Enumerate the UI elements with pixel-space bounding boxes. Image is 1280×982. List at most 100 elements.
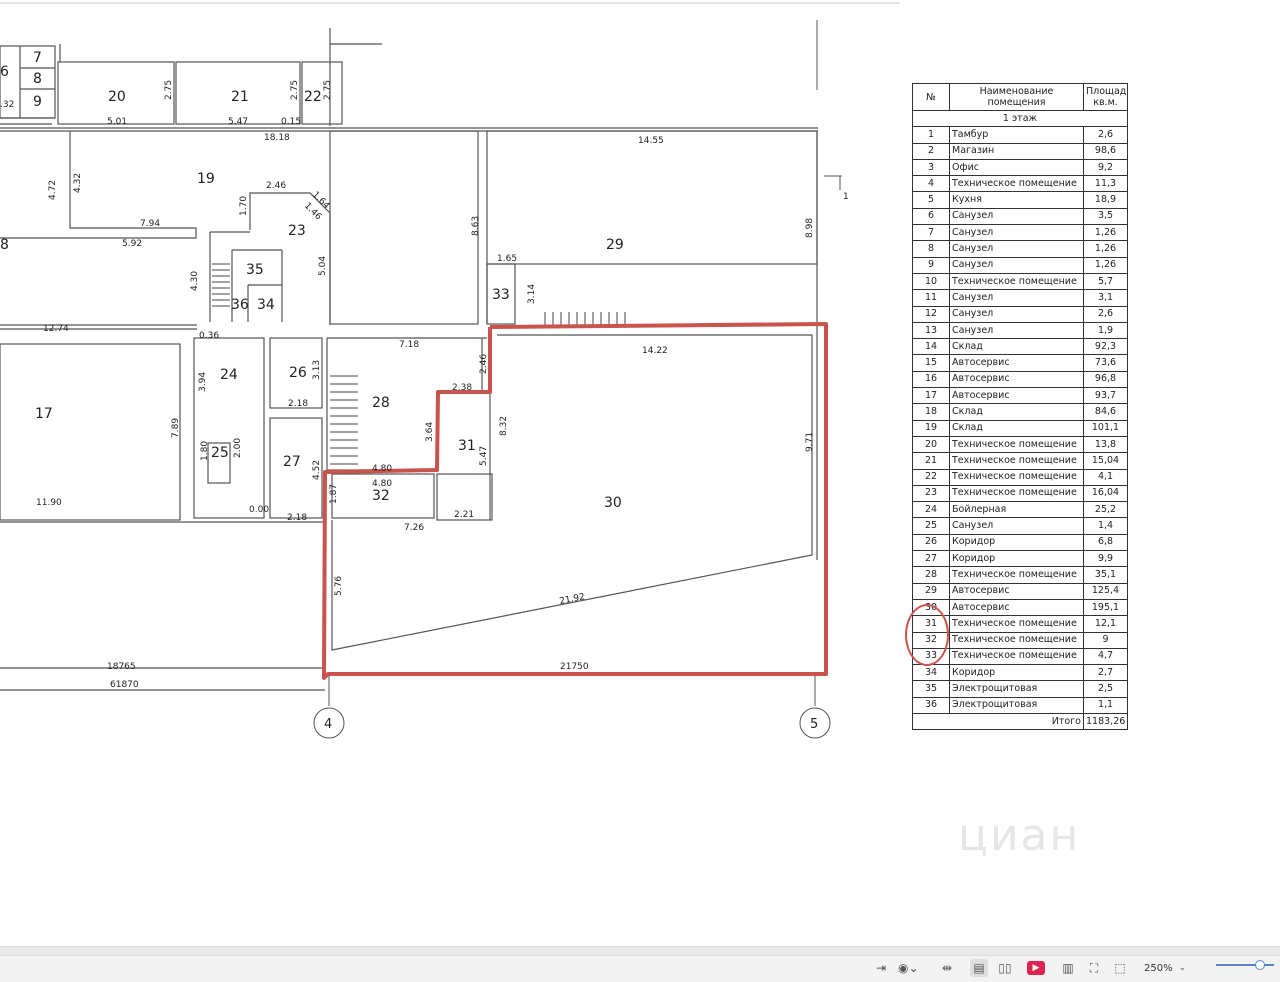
fit-width-icon[interactable]: ⇹ — [938, 959, 956, 977]
total-row: Итого 1183,26 — [912, 712, 1128, 731]
cell-name: Техническое помещение — [949, 175, 1084, 193]
two-page-icon[interactable]: ▯▯ — [996, 959, 1014, 977]
cell-name: Техническое помещение — [949, 468, 1084, 486]
cell-area: 4,7 — [1083, 647, 1128, 666]
cell-name: Автосервис — [949, 582, 1084, 600]
dim-label: 8.32 — [499, 416, 509, 436]
dim-label: 14.22 — [642, 346, 668, 356]
table-row: 25 Санузел 1,4 — [912, 517, 1128, 535]
cell-no: 28 — [912, 566, 950, 584]
grid-axes — [328, 20, 842, 706]
table-row: 14 Склад 92,3 — [912, 338, 1128, 356]
fit-page-icon[interactable]: ⛶ — [1085, 959, 1103, 977]
cell-name: Техническое помещение — [949, 615, 1084, 633]
zoom-select[interactable]: 250% ⌄ — [1144, 959, 1186, 977]
table-row: 27 Коридор 9,9 — [912, 550, 1128, 568]
table-row: 7 Санузел 1,26 — [912, 224, 1128, 242]
cell-name: Коридор — [949, 550, 1084, 568]
cell-area: 2,6 — [1083, 305, 1128, 323]
dim-label: 12.74 — [43, 324, 69, 334]
cell-no: 6 — [912, 207, 950, 226]
dim-label: 3.14 — [527, 284, 537, 304]
eye-icon[interactable]: ◉⌄ — [898, 959, 919, 977]
dim-label: 4.80 — [372, 464, 392, 474]
dim-label: 2.46 — [266, 181, 286, 191]
screenshot-icon[interactable]: ⬚ — [1111, 959, 1129, 977]
cell-area: 12,1 — [1083, 615, 1128, 633]
dim-label: 21750 — [560, 662, 589, 672]
play-icon[interactable]: ▶ — [1027, 961, 1045, 975]
dim-label: 4.80 — [372, 479, 392, 489]
room-label: 36 — [231, 297, 249, 313]
cell-name: Санузел — [949, 224, 1084, 242]
cell-name: Магазин — [949, 142, 1084, 160]
cell-area: 1,1 — [1083, 696, 1128, 714]
cell-no: 22 — [912, 468, 950, 486]
cell-area: 1,4 — [1083, 517, 1128, 535]
cell-name: Санузел — [949, 240, 1084, 258]
table-row: 30 Автосервис 195,1 — [912, 598, 1128, 617]
floor-row: 1 этаж — [912, 109, 1128, 128]
dim-label: 2.75 — [290, 80, 300, 100]
table-row: 34 Коридор 2,7 — [912, 664, 1128, 682]
single-page-icon[interactable]: ▤ — [970, 959, 988, 977]
dim-label: 21.92 — [559, 592, 586, 607]
dim-label: 1.80 — [200, 441, 210, 461]
watermark: циан — [958, 810, 1081, 861]
cell-name: Коридор — [949, 664, 1084, 682]
dim-label: 2.00 — [233, 438, 243, 458]
header-name: Наименование помещения — [949, 83, 1084, 111]
cell-name: Техническое помещение — [949, 484, 1084, 503]
room-label: 22 — [304, 89, 322, 105]
cell-area: 2,7 — [1083, 664, 1128, 682]
cell-area: 16,04 — [1083, 484, 1128, 503]
dim-label: 4.52 — [312, 460, 322, 480]
exit-icon[interactable]: ⇥ — [872, 959, 890, 977]
dim-label: 2.75 — [164, 80, 174, 100]
table-row: 8 Санузел 1,26 — [912, 240, 1128, 258]
cell-name: Бойлерная — [949, 501, 1084, 519]
cell-no: 20 — [912, 435, 950, 454]
cell-no: 13 — [912, 321, 950, 340]
room-label: 20 — [108, 89, 126, 105]
dim-label: 1.65 — [497, 254, 517, 264]
table-row: 17 Автосервис 93,7 — [912, 387, 1128, 405]
cell-name: Техническое помещение — [949, 272, 1084, 291]
cell-no: 34 — [912, 664, 950, 682]
cell-name: Техническое помещение — [949, 631, 1084, 649]
cell-area: 9 — [1083, 631, 1128, 649]
cell-name: Электрощитовая — [949, 680, 1084, 698]
total-value: 1183,26 — [1083, 712, 1128, 731]
cell-name: Офис — [949, 158, 1084, 177]
zoom-slider[interactable] — [1216, 964, 1274, 966]
book-view-icon[interactable]: ▥ — [1059, 959, 1077, 977]
cell-name: Санузел — [949, 289, 1084, 307]
cell-name: Склад — [949, 338, 1084, 356]
cell-area: 1,26 — [1083, 240, 1128, 258]
cell-area: 1,9 — [1083, 321, 1128, 340]
cell-no: 10 — [912, 272, 950, 291]
table-row: 3 Офис 9,2 — [912, 158, 1128, 177]
table-row: 15 Автосервис 73,6 — [912, 354, 1128, 372]
table-row: 12 Санузел 2,6 — [912, 305, 1128, 323]
zoom-slider-thumb[interactable] — [1255, 960, 1265, 970]
cell-name: Санузел — [949, 207, 1084, 226]
cell-area: 2,5 — [1083, 680, 1128, 698]
room-label: 28 — [372, 395, 390, 411]
stairs — [212, 263, 626, 465]
dim-label: 18765 — [107, 662, 136, 672]
cell-name: Склад — [949, 419, 1084, 437]
viewer-toolbar: ⇥ ◉⌄ ⇹ ▤ ▯▯ ▶ ▥ ⛶ ⬚ 250% ⌄ — [0, 946, 1280, 982]
dim-label: 7.94 — [140, 219, 160, 229]
table-row: 9 Санузел 1,26 — [912, 256, 1128, 274]
cell-area: 35,1 — [1083, 566, 1128, 584]
dim-label: 1.70 — [239, 196, 249, 216]
dim-label: 3.13 — [312, 360, 322, 380]
cell-area: 92,3 — [1083, 338, 1128, 356]
dim-label: 2.75 — [323, 80, 333, 100]
cell-name: Санузел — [949, 305, 1084, 323]
document-viewport[interactable]: 6 7 8 9 20 21 22 19 23 29 8 35 36 34 33 … — [0, 0, 1280, 946]
floor-label: 1 этаж — [912, 109, 1128, 128]
cell-no: 2 — [912, 142, 950, 160]
room-label: 26 — [289, 365, 307, 381]
